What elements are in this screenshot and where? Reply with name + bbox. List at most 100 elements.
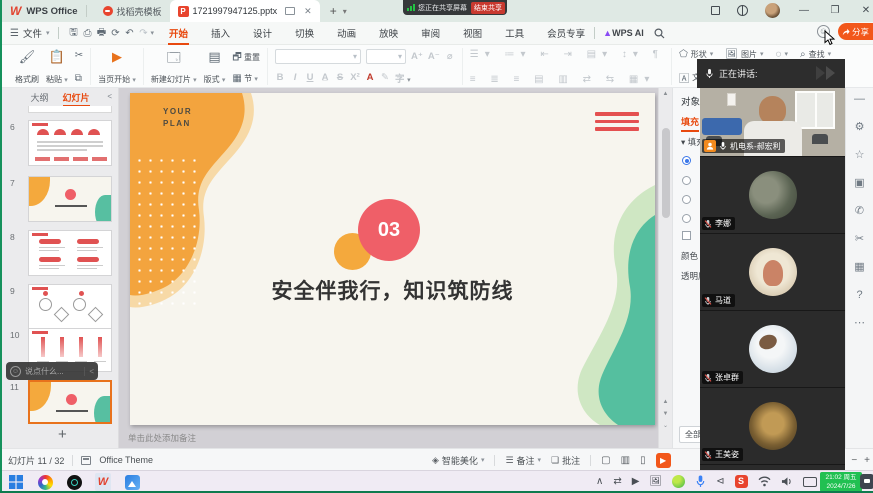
tray-message-icon[interactable] xyxy=(860,474,873,489)
stop-share-button[interactable]: 结束共享 xyxy=(471,2,505,14)
wps-ai-label[interactable]: WPS AI xyxy=(612,28,644,38)
clear-format-button[interactable]: ⌀ xyxy=(445,51,455,62)
strikethrough-button[interactable]: S xyxy=(335,72,345,83)
globe-icon[interactable] xyxy=(737,5,748,16)
slide-thumbnail-partial[interactable] xyxy=(28,106,112,113)
user-avatar[interactable] xyxy=(765,3,780,18)
start-button[interactable] xyxy=(8,474,24,490)
properties-icon[interactable]: ⚙ xyxy=(855,122,865,133)
add-slide-button[interactable]: + xyxy=(58,426,67,443)
fill-color-button[interactable]: ◌▾ xyxy=(776,49,788,60)
menu-animation[interactable]: 动画 xyxy=(336,21,357,45)
chat-input-placeholder[interactable]: 说点什么... xyxy=(25,366,84,377)
wps-taskbar-icon[interactable]: W xyxy=(95,474,111,490)
text-effects-button[interactable]: 字 ▾ xyxy=(395,71,411,85)
workspace-icon[interactable] xyxy=(711,6,720,15)
char-spacing-button[interactable]: A̲ xyxy=(320,72,330,83)
tab-document[interactable]: P 1721997947125.pptx ✕ xyxy=(170,0,320,22)
paragraph-tools-row1[interactable]: ☰▾ ≔▾ ⇤ ⇥ ▤▾ ↕▾ ¶ xyxy=(470,49,664,60)
restore-button[interactable]: ❐ xyxy=(828,5,842,16)
comments-button[interactable]: ❏批注 xyxy=(551,454,580,467)
participant-tile[interactable]: 李娜 xyxy=(700,156,845,233)
microphone-tray-icon[interactable] xyxy=(695,474,706,488)
browser-icon[interactable] xyxy=(37,474,53,490)
theme-name[interactable]: Office Theme xyxy=(99,455,153,465)
tab-slides[interactable]: 幻灯片 xyxy=(63,91,90,104)
panels-icon[interactable]: ▣ xyxy=(854,178,864,189)
participant-video-tile[interactable]: 机电系-郝宏利 xyxy=(700,88,845,156)
menu-view[interactable]: 视图 xyxy=(462,21,483,45)
scroll-up-icon[interactable]: ▲ xyxy=(659,91,672,97)
paste-button[interactable]: 📋粘贴 ▾ xyxy=(46,49,68,85)
photo-tray-icon[interactable]: 🖼 xyxy=(649,476,662,487)
slide-thumbnail-6[interactable] xyxy=(28,120,112,166)
media-player-icon[interactable]: ▶ xyxy=(632,476,640,487)
participant-tile[interactable]: 王美姿 xyxy=(700,387,845,464)
settings-sliders-icon[interactable]: ⇄ xyxy=(613,476,621,487)
menu-design[interactable]: 设计 xyxy=(252,21,273,45)
slide-nav-buttons[interactable]: ▲▼⌄ xyxy=(659,396,672,432)
font-size-select[interactable]: ▾ xyxy=(366,49,406,64)
menu-insert[interactable]: 插入 xyxy=(210,21,231,45)
increase-font-button[interactable]: A⁺ xyxy=(411,51,423,62)
slide-canvas[interactable]: YOUR PLAN 03 安全伴我行，知识筑防线 xyxy=(130,93,655,425)
normal-view-icon[interactable]: ▢ xyxy=(601,455,610,466)
grid-icon[interactable]: ▦ xyxy=(854,262,864,273)
input-method-icon[interactable]: S xyxy=(735,475,748,488)
menu-home[interactable]: 开始 xyxy=(168,21,189,45)
meeting-chat-bar[interactable]: ☺ 说点什么... < xyxy=(6,362,98,380)
reading-view-icon[interactable]: ▯ xyxy=(640,455,646,466)
redo-chevron-icon[interactable]: ▾ xyxy=(151,29,155,37)
fill-radio-3[interactable] xyxy=(682,195,691,204)
menu-slideshow[interactable]: 放映 xyxy=(378,21,399,45)
slide-section-badge[interactable]: 03 xyxy=(358,199,420,261)
beautify-button[interactable]: ◈智能美化▾ xyxy=(432,454,484,467)
zoom-out-button[interactable]: − xyxy=(851,455,857,466)
font-color-button[interactable]: A xyxy=(365,72,375,83)
zoom-in-button[interactable]: + xyxy=(864,455,870,466)
slide-thumbnail-11-selected[interactable] xyxy=(28,380,112,424)
reset-button[interactable]: 🗗 重置 xyxy=(232,50,260,67)
scrollbar-thumb[interactable] xyxy=(662,128,670,218)
star-icon[interactable]: ☆ xyxy=(855,150,865,161)
slide-scrollbar[interactable]: ▲ ▲▼⌄ xyxy=(658,88,672,448)
menu-member[interactable]: 会员专享 xyxy=(546,21,586,45)
help-icon[interactable]: ? xyxy=(856,290,862,301)
slide-sorter-icon[interactable]: ▥ xyxy=(621,455,630,466)
battery-icon[interactable] xyxy=(803,477,817,487)
new-tab-button[interactable]: + xyxy=(330,4,337,18)
section-button[interactable]: ▦ 节 ▾ xyxy=(232,73,260,84)
fill-radio-2[interactable] xyxy=(682,176,691,185)
slideshow-play-button[interactable]: ▶ xyxy=(656,453,671,468)
tab-docer-template[interactable]: 找稻壳模板 xyxy=(95,0,170,22)
fill-radio-4[interactable] xyxy=(682,214,691,223)
new-slide-button[interactable]: 🗔新建幻灯片 ▾ xyxy=(151,49,197,85)
italic-button[interactable]: I xyxy=(290,72,300,83)
close-button[interactable]: ✕ xyxy=(859,5,873,16)
antivirus-tray-icon[interactable] xyxy=(672,475,685,488)
search-icon[interactable] xyxy=(654,28,665,39)
fill-tab[interactable]: 填充 xyxy=(681,115,699,132)
camera-app-icon[interactable] xyxy=(66,474,82,490)
collapse-chat-icon[interactable]: < xyxy=(84,367,94,376)
hidden-icons-chevron[interactable]: ∧ xyxy=(596,476,603,487)
format-painter-button[interactable]: 🖌格式刷 xyxy=(15,49,39,85)
menu-review[interactable]: 审阅 xyxy=(420,21,441,45)
clock[interactable]: 21:02 周五 2024/7/26 xyxy=(820,472,862,492)
menu-tools[interactable]: 工具 xyxy=(504,21,525,45)
meeting-app-icon[interactable] xyxy=(124,474,140,490)
volume-icon[interactable] xyxy=(781,476,793,487)
print-icon[interactable]: 🖶 xyxy=(95,25,109,42)
fill-radio-selected[interactable] xyxy=(682,156,691,165)
save-icon[interactable]: 🖫 xyxy=(67,25,81,42)
more-icon[interactable]: ⋯ xyxy=(854,318,865,329)
slide-title-text[interactable]: 安全伴我行，知识筑防线 xyxy=(130,275,655,305)
fill-checkbox[interactable] xyxy=(682,231,691,240)
layout-button[interactable]: ▤版式 ▾ xyxy=(204,49,226,85)
decrease-font-button[interactable]: A⁻ xyxy=(428,51,440,62)
superscript-button[interactable]: X² xyxy=(350,72,360,83)
collapse-sidebar-icon[interactable]: < xyxy=(107,92,112,101)
highlight-button[interactable]: ✎ xyxy=(380,72,390,83)
share-button[interactable]: 分享 xyxy=(838,23,873,40)
copy-icon[interactable]: ⧉ xyxy=(75,73,83,84)
